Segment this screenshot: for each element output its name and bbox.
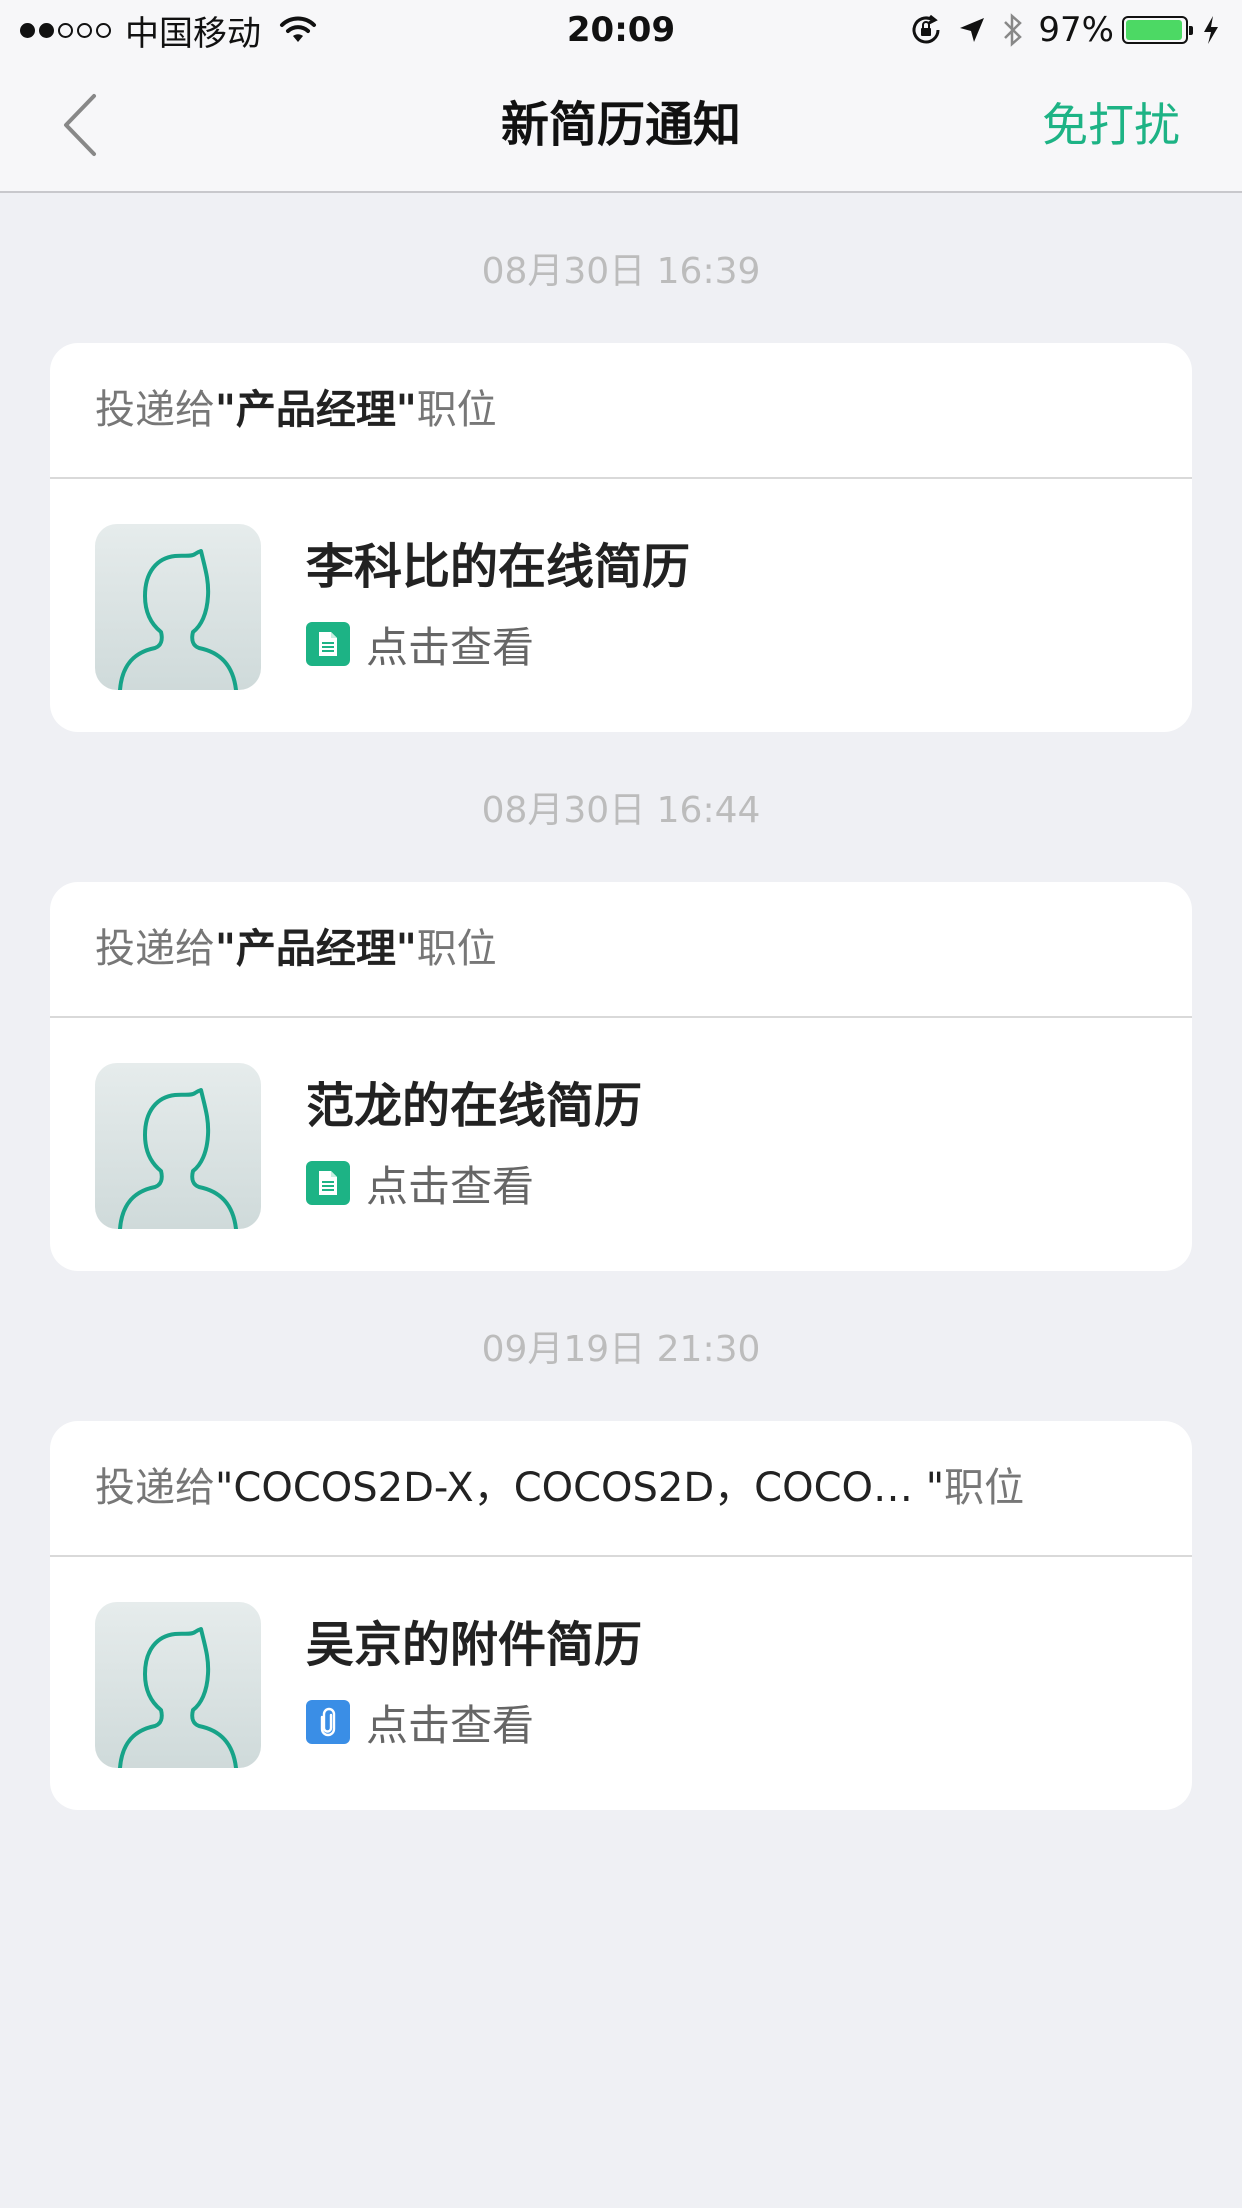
status-bar: 中国移动 20:09 97%	[0, 0, 1242, 60]
person-silhouette-icon	[118, 1088, 238, 1229]
orientation-lock-icon	[910, 14, 942, 46]
view-resume-link[interactable]: 点击查看	[306, 619, 534, 672]
job-title: "产品经理"	[215, 926, 417, 972]
person-silhouette-icon	[118, 1627, 238, 1768]
screen: 中国移动 20:09 97% 新简历通知 免打扰 08月30日 16:39 投递…	[0, 0, 1242, 2208]
view-label: 点击查看	[366, 622, 535, 672]
avatar	[95, 1063, 261, 1229]
job-title: "产品经理"	[215, 387, 417, 433]
person-silhouette-icon	[118, 549, 238, 690]
notification-timestamp: 08月30日 16:39	[481, 251, 761, 292]
header-suffix: 职位	[416, 926, 497, 972]
view-label: 点击查看	[366, 1161, 535, 1211]
navigation-bar: 新简历通知 免打扰	[0, 60, 1242, 193]
header-prefix: 投递给	[95, 387, 215, 433]
resume-notification-card[interactable]: 投递给"产品经理"职位 李科比的在线简历 点击查看	[50, 343, 1192, 732]
card-body[interactable]: 李科比的在线简历 点击查看	[50, 479, 1192, 732]
charging-bolt-icon	[1202, 15, 1220, 45]
battery-fill	[1126, 20, 1183, 40]
avatar	[95, 524, 261, 690]
paperclip-icon	[306, 1700, 350, 1744]
header-suffix: 职位	[416, 387, 497, 433]
view-label: 点击查看	[366, 1700, 535, 1750]
resume-notification-card[interactable]: 投递给"COCOS2D-X，COCOS2D，COCO… "职位 吴京的附件简历 …	[50, 1421, 1192, 1810]
notification-feed[interactable]: 08月30日 16:39 投递给"产品经理"职位 李科比的在线简历 点击查看 0…	[0, 193, 1242, 1810]
card-header: 投递给"产品经理"职位	[50, 343, 1192, 479]
resume-title: 吴京的附件简历	[306, 1617, 643, 1673]
view-resume-link[interactable]: 点击查看	[306, 1697, 534, 1750]
do-not-disturb-button[interactable]: 免打扰	[1042, 60, 1180, 191]
avatar	[95, 1602, 261, 1768]
job-title: "COCOS2D-X，COCOS2D，COCO… "	[215, 1465, 945, 1511]
card-body[interactable]: 吴京的附件简历 点击查看	[50, 1557, 1192, 1810]
notification-timestamp: 09月19日 21:30	[481, 1329, 761, 1370]
bluetooth-icon	[1002, 13, 1024, 47]
card-body[interactable]: 范龙的在线简历 点击查看	[50, 1018, 1192, 1271]
card-header: 投递给"COCOS2D-X，COCOS2D，COCO… "职位	[50, 1421, 1192, 1557]
header-suffix: 职位	[944, 1465, 1025, 1511]
card-header: 投递给"产品经理"职位	[50, 882, 1192, 1018]
battery-percent: 97%	[1038, 10, 1114, 50]
status-right: 97%	[894, 8, 1220, 52]
document-icon	[306, 622, 350, 666]
resume-title: 范龙的在线简历	[306, 1078, 643, 1134]
notification-timestamp: 08月30日 16:44	[481, 790, 761, 831]
battery-icon	[1122, 16, 1193, 44]
view-resume-link[interactable]: 点击查看	[306, 1158, 534, 1211]
header-prefix: 投递给	[95, 1465, 215, 1511]
header-prefix: 投递给	[95, 926, 215, 972]
resume-title: 李科比的在线简历	[306, 539, 691, 595]
document-icon	[306, 1161, 350, 1205]
location-arrow-icon	[958, 16, 986, 44]
resume-notification-card[interactable]: 投递给"产品经理"职位 范龙的在线简历 点击查看	[50, 882, 1192, 1271]
